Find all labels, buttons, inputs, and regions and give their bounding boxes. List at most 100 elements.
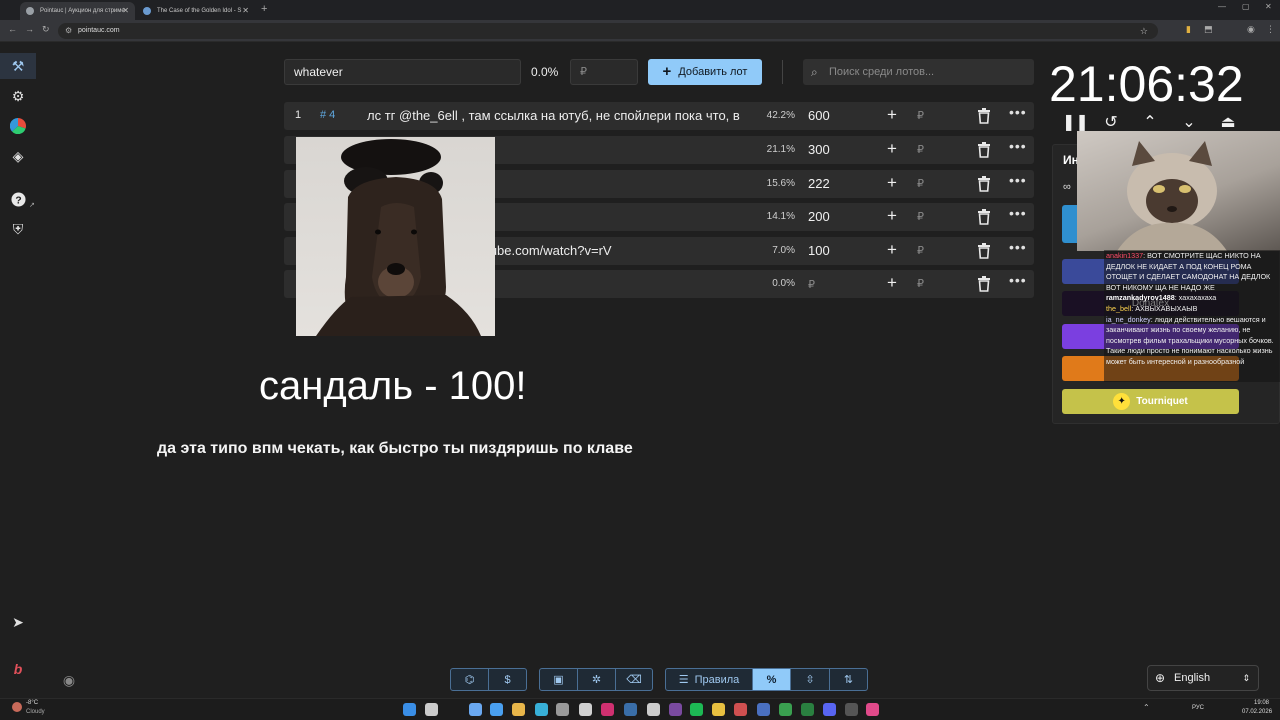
app-icon[interactable] [801, 703, 814, 716]
lot-search-input[interactable]: ⌕ Поиск среди лотов... [803, 59, 1034, 85]
extensions-icon[interactable]: ▮ [1186, 24, 1191, 35]
extra-amount-input[interactable]: ₽ [917, 277, 924, 290]
shield-check-icon[interactable]: ⛨ [9, 220, 27, 238]
app-icon[interactable] [535, 703, 548, 716]
app-icon[interactable] [579, 703, 592, 716]
delete-trash-icon[interactable] [977, 276, 991, 292]
reload-icon[interactable]: ↻ [42, 24, 50, 35]
github-icon[interactable]: ⌬ [451, 669, 489, 690]
window-maximize-icon[interactable]: ▢ [1242, 2, 1250, 11]
extra-amount-input[interactable]: ₽ [917, 143, 924, 156]
new-tab-icon[interactable]: + [261, 3, 267, 15]
lot-amount[interactable]: 300 [808, 142, 830, 157]
collapse-icon[interactable]: ⏏ [1218, 112, 1238, 132]
app-icon[interactable] [779, 703, 792, 716]
save-icon[interactable]: ▣ [540, 669, 578, 690]
input-language[interactable]: РУС [1192, 705, 1204, 711]
file-explorer-icon[interactable] [512, 703, 525, 716]
tray-overflow-icon[interactable]: ⌃ [1143, 703, 1150, 712]
profile-avatar-icon[interactable]: ◉ [1247, 24, 1255, 35]
help-icon[interactable]: ? [9, 190, 27, 208]
lot-amount[interactable]: 200 [808, 209, 830, 224]
downloads-icon[interactable]: ⬒ [1204, 24, 1213, 35]
telegram-icon[interactable]: ➤ [9, 613, 27, 631]
app-icon[interactable] [734, 703, 747, 716]
discord-icon[interactable] [823, 703, 836, 716]
extra-amount-input[interactable]: ₽ [917, 177, 924, 190]
back-icon[interactable]: ← [8, 24, 17, 34]
site-info-icon[interactable]: ⚙ [65, 23, 72, 39]
app-icon[interactable] [845, 703, 858, 716]
bookmark-star-icon[interactable]: ☆ [1140, 23, 1148, 39]
more-options-icon[interactable]: ••• [1009, 104, 1027, 120]
extra-amount-input[interactable]: ₽ [917, 210, 924, 223]
percent-toggle-icon[interactable]: % [753, 669, 791, 690]
extra-amount-input[interactable]: ₽ [917, 244, 924, 257]
language-select[interactable]: ⊕ English ⇕ [1147, 665, 1259, 691]
app-icon[interactable] [757, 703, 770, 716]
delete-trash-icon[interactable] [977, 243, 991, 259]
increase-time-icon[interactable]: ⌃ [1140, 112, 1160, 132]
add-amount-icon[interactable]: + [887, 173, 897, 193]
more-options-icon[interactable]: ••• [1009, 138, 1027, 154]
more-options-icon[interactable]: ••• [1009, 205, 1027, 221]
decrease-time-icon[interactable]: ⌄ [1179, 112, 1199, 132]
add-amount-icon[interactable]: + [887, 105, 897, 125]
chrome-icon[interactable] [712, 703, 725, 716]
spotify-icon[interactable] [690, 703, 703, 716]
more-options-icon[interactable]: ••• [1009, 239, 1027, 255]
more-options-icon[interactable]: ••• [1009, 272, 1027, 288]
delete-trash-icon[interactable] [977, 142, 991, 158]
sort-icon[interactable]: ⇅ [830, 669, 867, 690]
add-amount-icon[interactable]: + [887, 139, 897, 159]
add-amount-icon[interactable]: + [887, 206, 897, 226]
clear-all-icon[interactable]: ⌫ [616, 669, 652, 690]
itunes-icon[interactable] [866, 703, 879, 716]
wheel-pie-icon[interactable] [9, 117, 27, 135]
steam-icon[interactable] [624, 703, 637, 716]
extra-amount-input[interactable]: ₽ [917, 109, 924, 122]
integration-button[interactable]: ✦ Tourniquet [1062, 389, 1239, 414]
visibility-eye-icon[interactable]: ◉ [60, 671, 78, 689]
lot-name-input[interactable]: whatever [284, 59, 521, 85]
lot-amount[interactable]: 100 [808, 243, 830, 258]
delete-trash-icon[interactable] [977, 176, 991, 192]
terminal-icon[interactable] [490, 703, 503, 716]
browser-tab-golden-idol[interactable]: The Case of the Golden Idol - S ✕ [137, 2, 255, 20]
search-icon[interactable] [425, 703, 438, 716]
lot-amount[interactable]: 600 [808, 108, 830, 123]
lot-amount[interactable]: ₽ [808, 278, 815, 291]
brand-logo-icon[interactable]: b [9, 660, 27, 678]
pause-icon[interactable]: ❚❚ [1062, 112, 1089, 132]
clock-time[interactable]: 19:08 [1254, 700, 1269, 706]
rules-button[interactable]: ☰ Правила [666, 669, 753, 690]
window-minimize-icon[interactable]: — [1218, 2, 1226, 11]
more-options-icon[interactable]: ••• [1009, 172, 1027, 188]
add-amount-icon[interactable]: + [887, 240, 897, 260]
donate-dollar-icon[interactable]: $ [489, 669, 526, 690]
address-bar[interactable]: ⚙ pointauc.com ☆ [58, 23, 1158, 39]
auction-gavel-icon[interactable]: ⚒ [9, 57, 27, 75]
lot-name[interactable]: лс тг @the_6ell , там ссылка на ютуб, не… [367, 108, 742, 123]
clock-date[interactable]: 07.02.2026 [1242, 709, 1272, 715]
app-icon[interactable] [556, 703, 569, 716]
layers-icon[interactable]: ◈ [9, 147, 27, 165]
delete-trash-icon[interactable] [977, 209, 991, 225]
windows-start-icon[interactable] [403, 703, 416, 716]
bug-report-icon[interactable]: ✲ [578, 669, 616, 690]
add-lot-button[interactable]: + Добавить лот [648, 59, 762, 85]
reset-timer-icon[interactable]: ↺ [1101, 112, 1121, 132]
amount-input[interactable]: ₽ [570, 59, 638, 85]
compact-view-icon[interactable]: ⇳ [791, 669, 830, 690]
delete-trash-icon[interactable] [977, 108, 991, 124]
browser-tab-pointauc[interactable]: Pointauc | Аукцион для стриме ✕ [20, 2, 135, 20]
settings-gear-icon[interactable]: ⚙ [9, 87, 27, 105]
window-close-icon[interactable]: ✕ [1265, 2, 1272, 11]
close-tab-icon[interactable]: ✕ [122, 2, 129, 20]
app-icon[interactable] [669, 703, 682, 716]
add-amount-icon[interactable]: + [887, 273, 897, 293]
lot-row[interactable]: 1 # 4 лс тг @the_6ell , там ссылка на ютуб… [284, 102, 1034, 130]
app-icon[interactable] [647, 703, 660, 716]
close-tab-icon[interactable]: ✕ [242, 2, 249, 20]
app-icon[interactable] [469, 703, 482, 716]
